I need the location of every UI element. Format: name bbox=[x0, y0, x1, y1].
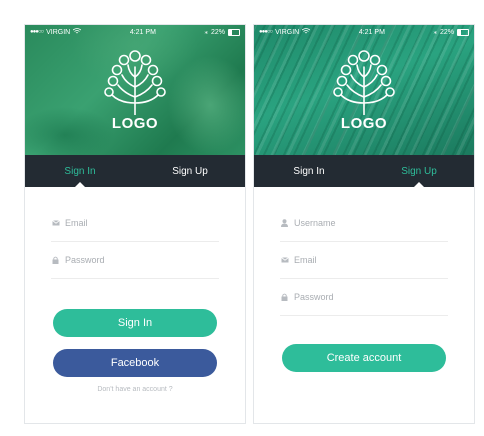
hero-banner: ●●●○○ VIRGIN 4:21 PM ⁎ 22% LOGO bbox=[25, 25, 245, 155]
carrier-label: VIRGIN bbox=[275, 28, 300, 36]
email-field-row bbox=[280, 242, 448, 279]
logo: LOGO bbox=[25, 47, 245, 132]
create-account-button[interactable]: Create account bbox=[282, 344, 446, 372]
clock: 4:21 PM bbox=[358, 28, 385, 36]
status-bar: ●●●○○ VIRGIN 4:21 PM ⁎ 22% bbox=[25, 25, 245, 39]
tab-sign-in[interactable]: Sign In bbox=[25, 155, 135, 187]
battery-icon bbox=[228, 28, 240, 36]
clock: 4:21 PM bbox=[129, 28, 156, 36]
email-input[interactable] bbox=[294, 255, 414, 265]
signin-form: Sign In Facebook Don't have an account ? bbox=[25, 187, 245, 393]
email-field-row bbox=[51, 205, 219, 242]
password-input[interactable] bbox=[294, 292, 414, 302]
password-field-row bbox=[51, 242, 219, 279]
password-input[interactable] bbox=[65, 255, 185, 265]
password-field-row bbox=[280, 279, 448, 316]
battery-percent: 22% bbox=[210, 28, 225, 36]
battery-percent: 22% bbox=[439, 28, 454, 36]
facebook-login-button[interactable]: Facebook bbox=[53, 349, 217, 377]
tree-logo-icon bbox=[333, 50, 395, 115]
sign-in-button[interactable]: Sign In bbox=[53, 309, 217, 337]
tab-sign-in[interactable]: Sign In bbox=[254, 155, 364, 187]
user-icon bbox=[280, 219, 289, 228]
envelope-icon bbox=[280, 256, 289, 265]
signup-form: Create account bbox=[254, 187, 474, 372]
tree-logo-icon bbox=[104, 50, 166, 115]
username-field-row bbox=[280, 205, 448, 242]
lock-icon bbox=[51, 256, 60, 265]
wifi-icon bbox=[302, 28, 311, 36]
email-input[interactable] bbox=[65, 218, 185, 228]
logo-text: LOGO bbox=[340, 115, 388, 132]
carrier-label: VIRGIN bbox=[46, 28, 71, 36]
signal-icon: ●●●○○ bbox=[30, 29, 44, 35]
lock-icon bbox=[280, 293, 289, 302]
wifi-icon bbox=[73, 28, 82, 36]
hero-banner: ●●●○○ VIRGIN 4:21 PM ⁎ 22% LOGO bbox=[254, 25, 474, 155]
tab-sign-up[interactable]: Sign Up bbox=[135, 155, 245, 187]
battery-icon bbox=[457, 28, 469, 36]
auth-tabs: Sign In Sign Up bbox=[254, 155, 474, 187]
signal-icon: ●●●○○ bbox=[259, 29, 273, 35]
logo: LOGO bbox=[254, 47, 474, 132]
bluetooth-icon: ⁎ bbox=[204, 29, 208, 36]
envelope-icon bbox=[51, 219, 60, 228]
tab-sign-up[interactable]: Sign Up bbox=[364, 155, 474, 187]
logo-text: LOGO bbox=[111, 115, 159, 132]
auth-tabs: Sign In Sign Up bbox=[25, 155, 245, 187]
signin-screen: ●●●○○ VIRGIN 4:21 PM ⁎ 22% LOGO Sign In … bbox=[24, 24, 246, 424]
status-bar: ●●●○○ VIRGIN 4:21 PM ⁎ 22% bbox=[254, 25, 474, 39]
signup-screen: ●●●○○ VIRGIN 4:21 PM ⁎ 22% LOGO Sign In … bbox=[253, 24, 475, 424]
bluetooth-icon: ⁎ bbox=[433, 29, 437, 36]
signup-prompt-link[interactable]: Don't have an account ? bbox=[51, 386, 219, 393]
username-input[interactable] bbox=[294, 218, 414, 228]
